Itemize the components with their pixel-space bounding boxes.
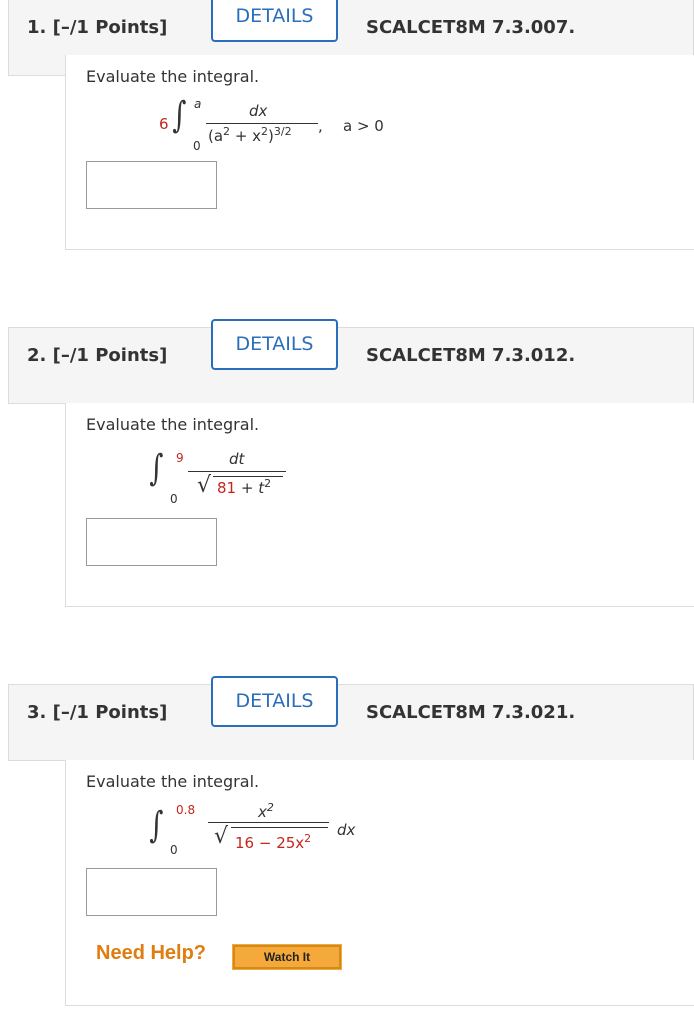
question-body: Evaluate the integral. 6 ∫ a 0 dx (a2 + … — [65, 55, 694, 250]
sqrt-bar — [213, 476, 283, 477]
integral-sign: ∫ — [149, 448, 164, 489]
sqrt-bar — [231, 827, 328, 828]
numerator: x2 — [258, 801, 274, 821]
question-header: 3. [–/1 Points] DETAILS SCALCET8M 7.3.02… — [8, 676, 694, 761]
question-reference: SCALCET8M 7.3.007. — [366, 17, 576, 38]
fraction-line — [206, 123, 318, 124]
need-help-label: Need Help? — [96, 942, 207, 964]
upper-limit: a — [194, 97, 202, 111]
question-prompt: Evaluate the integral. — [86, 772, 260, 791]
sqrt-icon: √ — [214, 824, 229, 849]
question-reference: SCALCET8M 7.3.021. — [366, 702, 576, 723]
lower-limit: 0 — [170, 843, 178, 857]
question-body: Evaluate the integral. ∫ 0.8 0 x2 √ 16 −… — [65, 760, 694, 1006]
details-button[interactable]: DETAILS — [211, 0, 338, 42]
fraction-line — [208, 822, 329, 823]
question-header: 2. [–/1 Points] DETAILS SCALCET8M 7.3.01… — [8, 319, 694, 404]
lower-limit: 0 — [193, 139, 201, 153]
differential: dx — [337, 821, 356, 839]
integral-sign: ∫ — [172, 95, 187, 136]
radicand: 81 + t2 — [217, 477, 272, 497]
details-button[interactable]: DETAILS — [211, 319, 338, 370]
question-prompt: Evaluate the integral. — [86, 67, 260, 86]
question-prompt: Evaluate the integral. — [86, 415, 260, 434]
condition: a > 0 — [343, 117, 384, 135]
integral-sign: ∫ — [149, 805, 164, 846]
numerator: dx — [249, 102, 268, 120]
answer-input[interactable] — [86, 161, 217, 209]
question-points: 1. [–/1 Points] — [27, 17, 168, 38]
question-points: 3. [–/1 Points] — [27, 702, 168, 723]
answer-input[interactable] — [86, 868, 217, 916]
fraction-line — [188, 471, 286, 472]
coefficient: 6 — [159, 115, 169, 133]
watch-it-button[interactable]: Watch It — [232, 944, 342, 970]
details-button[interactable]: DETAILS — [211, 676, 338, 727]
trailing-comma: , — [318, 117, 323, 135]
answer-input[interactable] — [86, 518, 217, 566]
question-reference: SCALCET8M 7.3.012. — [366, 345, 576, 366]
lower-limit: 0 — [170, 492, 178, 506]
sqrt-icon: √ — [197, 473, 212, 498]
upper-limit: 9 — [176, 451, 184, 465]
question-points: 2. [–/1 Points] — [27, 345, 168, 366]
numerator: dt — [229, 450, 245, 468]
question-body: Evaluate the integral. ∫ 9 0 dt √ 81 + t… — [65, 403, 694, 607]
radicand: 16 − 25x2 — [235, 832, 312, 852]
upper-limit: 0.8 — [176, 803, 196, 817]
denominator: (a2 + x2)3/2 — [208, 125, 292, 145]
